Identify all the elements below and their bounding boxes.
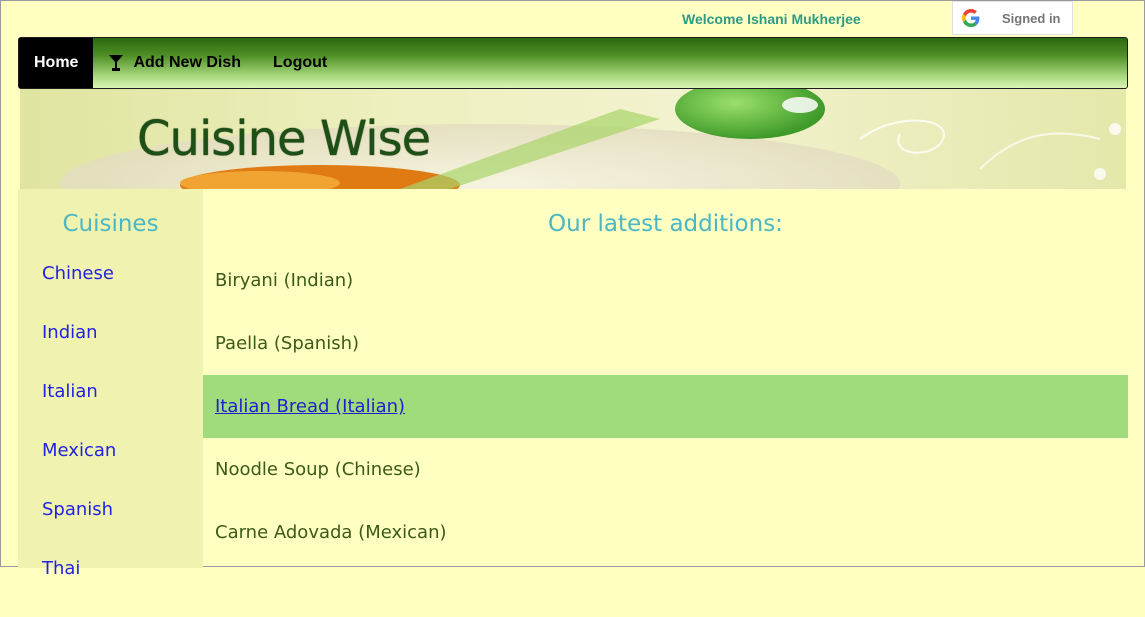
nav-add-new-dish[interactable]: Add New Dish <box>93 38 257 88</box>
header-banner: Cuisine Wise <box>20 89 1126 189</box>
nav-home-label: Home <box>34 54 79 71</box>
dish-item-highlighted[interactable]: Italian Bread (Italian) <box>203 375 1128 438</box>
nav-logout[interactable]: Logout <box>257 38 343 88</box>
dish-item[interactable]: Carne Adovada (Mexican) <box>203 501 1128 564</box>
google-g-icon <box>962 9 980 27</box>
dish-list: Biryani (Indian) Paella (Spanish) Italia… <box>203 249 1128 564</box>
cuisine-link-spanish[interactable]: Spanish <box>42 499 116 558</box>
cocktail-glass-icon <box>109 55 124 71</box>
cuisine-link-indian[interactable]: Indian <box>42 322 116 381</box>
google-signin-label: Signed in <box>1002 10 1061 26</box>
sidebar-title: Cuisines <box>62 211 159 237</box>
top-navbar: Home Add New Dish Logout <box>18 37 1128 89</box>
cuisine-link-mexican[interactable]: Mexican <box>42 440 116 499</box>
cuisine-link-italian[interactable]: Italian <box>42 381 116 440</box>
cuisine-list: Chinese Indian Italian Mexican Spanish T… <box>42 263 116 617</box>
nav-logout-label: Logout <box>273 54 328 71</box>
nav-home[interactable]: Home <box>19 38 94 88</box>
dish-item[interactable]: Noodle Soup (Chinese) <box>203 438 1128 501</box>
welcome-message: Welcome Ishani Mukherjee <box>682 11 861 27</box>
latest-additions-heading: Our latest additions: <box>548 211 783 237</box>
dish-item[interactable]: Biryani (Indian) <box>203 249 1128 312</box>
sidebar: Cuisines Chinese Indian Italian Mexican … <box>18 189 203 579</box>
main-content: Our latest additions: Biryani (Indian) P… <box>203 189 1128 568</box>
google-signin-button[interactable]: Signed in <box>952 1 1073 35</box>
dish-item[interactable]: Paella (Spanish) <box>203 312 1128 375</box>
nav-add-new-dish-label: Add New Dish <box>133 54 242 71</box>
cuisine-link-chinese[interactable]: Chinese <box>42 263 116 322</box>
site-title: Cuisine Wise <box>137 111 431 167</box>
